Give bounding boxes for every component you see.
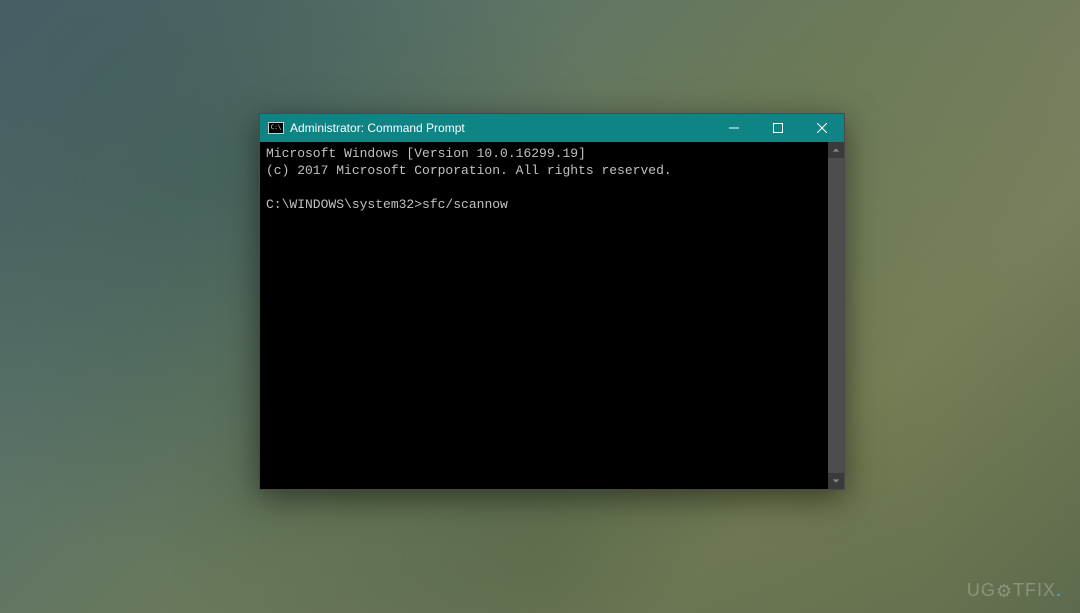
command-prompt-window: C:\ Administrator: Command Prompt Micros… [259,113,845,490]
watermark-text-after: TFIX [1013,580,1056,600]
scroll-down-button[interactable] [828,473,844,489]
command-text: sfc/scannow [422,197,508,212]
watermark-text-before: UG [967,580,996,600]
titlebar[interactable]: C:\ Administrator: Command Prompt [260,114,844,142]
chevron-up-icon [832,146,840,154]
scroll-track[interactable] [828,158,844,473]
watermark: UG⚙TFIX. [967,580,1062,601]
console-output[interactable]: Microsoft Windows [Version 10.0.16299.19… [260,142,828,489]
output-line: (c) 2017 Microsoft Corporation. All righ… [266,163,672,178]
scroll-thumb[interactable] [828,158,844,473]
watermark-dot: . [1056,580,1062,600]
minimize-icon [729,123,739,133]
minimize-button[interactable] [712,114,756,142]
scroll-up-button[interactable] [828,142,844,158]
window-title: Administrator: Command Prompt [290,121,712,135]
prompt-text: C:\WINDOWS\system32> [266,197,422,212]
chevron-down-icon [832,477,840,485]
gear-icon: ⚙ [996,581,1013,602]
cmd-icon-text: C:\ [271,125,282,131]
close-button[interactable] [800,114,844,142]
console-body: Microsoft Windows [Version 10.0.16299.19… [260,142,844,489]
close-icon [817,123,827,133]
vertical-scrollbar[interactable] [828,142,844,489]
window-controls [712,114,844,142]
output-line: Microsoft Windows [Version 10.0.16299.19… [266,146,586,161]
cmd-icon: C:\ [268,122,284,134]
maximize-icon [773,123,783,133]
maximize-button[interactable] [756,114,800,142]
